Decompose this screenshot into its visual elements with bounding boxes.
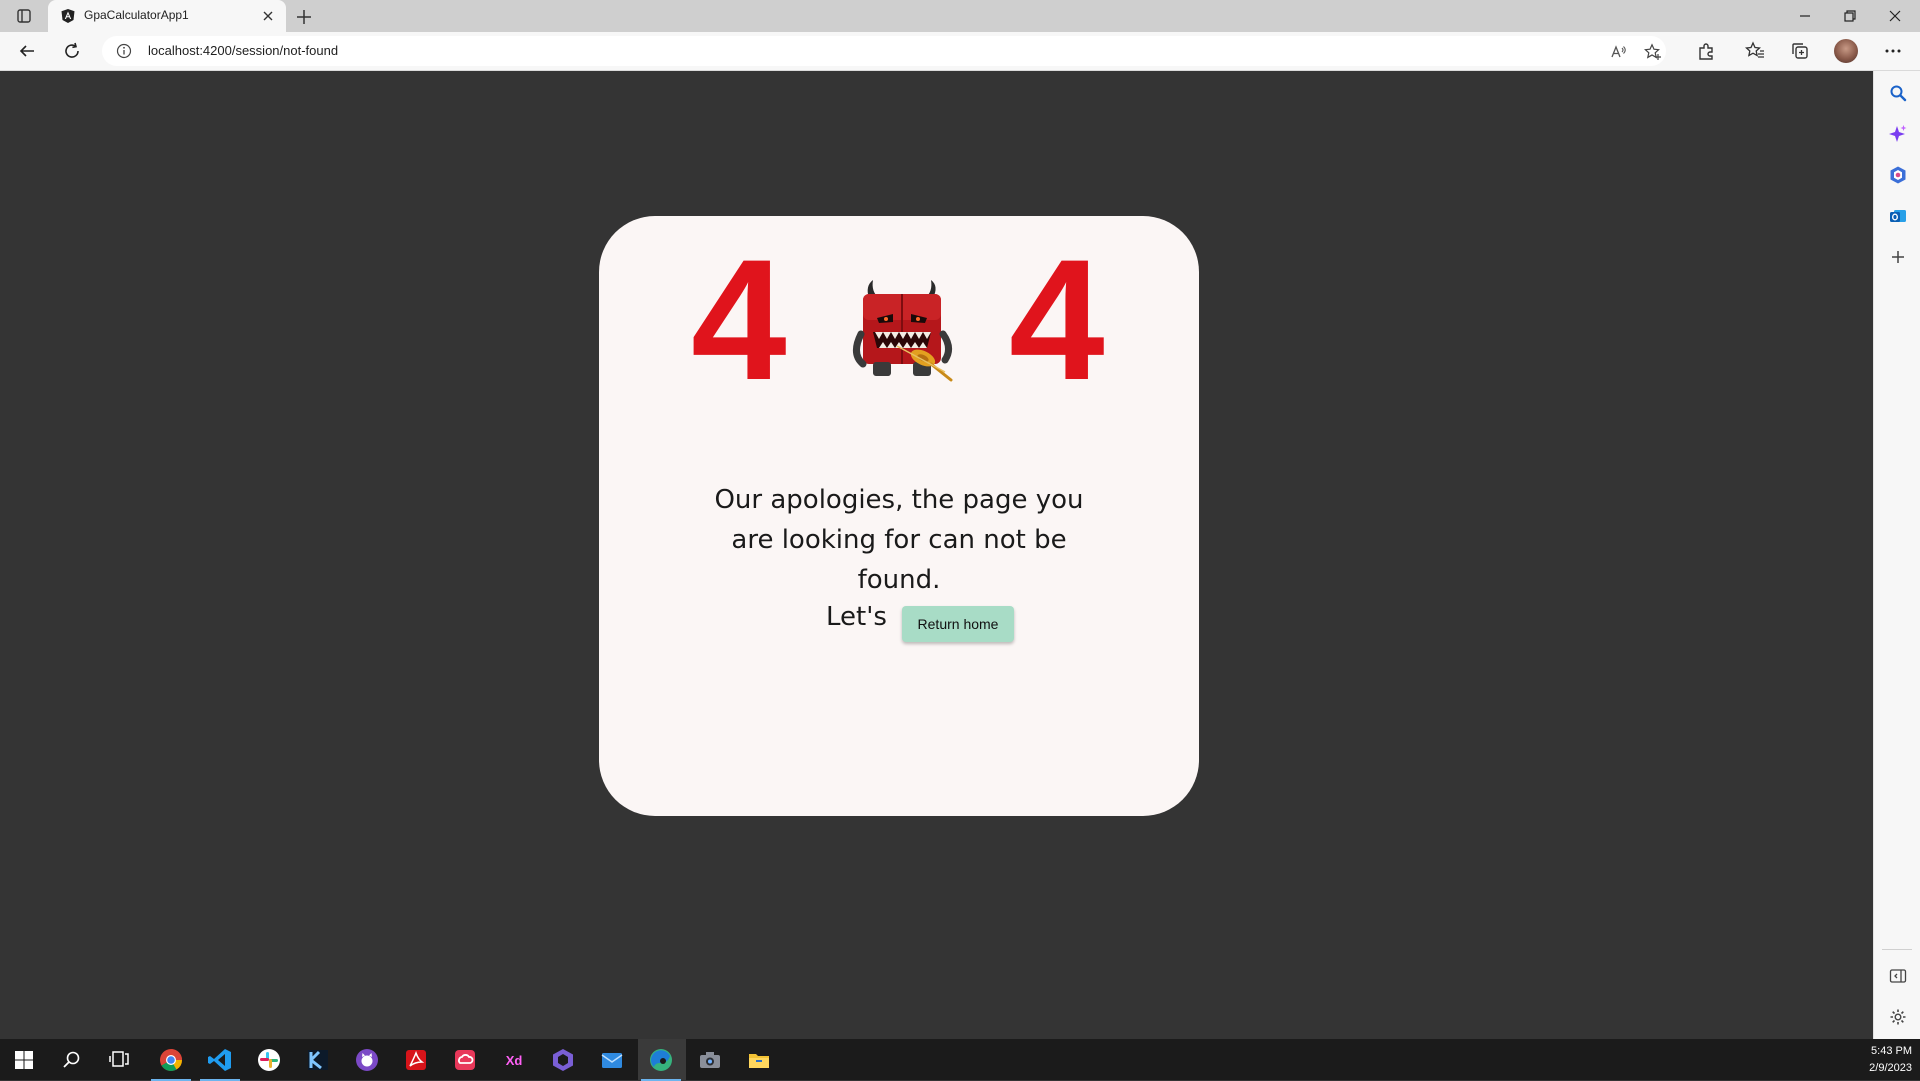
vscode-icon[interactable] [200, 1047, 240, 1081]
apology-message: Our apologies, the page you are looking … [714, 485, 1084, 595]
search-icon[interactable] [59, 1047, 85, 1073]
github-desktop-icon[interactable] [354, 1047, 380, 1073]
acrobat-icon[interactable] [403, 1047, 429, 1073]
error-digit-left: 4 [691, 224, 787, 416]
back-icon[interactable] [16, 40, 38, 62]
clock-time: 5:43 PM [1871, 1045, 1912, 1057]
edge-sidebar [1873, 71, 1920, 1039]
clock-date: 2/9/2023 [1869, 1062, 1912, 1074]
restore-icon[interactable] [1838, 4, 1862, 28]
close-window-icon[interactable] [1883, 4, 1907, 28]
close-tab-icon[interactable] [260, 8, 276, 24]
refresh-icon[interactable] [61, 40, 83, 62]
new-tab-icon[interactable] [293, 6, 315, 28]
svg-text:Xd: Xd [506, 1053, 523, 1068]
browser-tab[interactable]: GpaCalculatorApp1 [48, 0, 286, 32]
adobe-xd-icon[interactable]: Xd [501, 1047, 527, 1073]
office-icon[interactable] [1888, 165, 1908, 185]
angular-icon [60, 8, 76, 24]
camera-icon[interactable] [697, 1047, 723, 1073]
not-found-card: 4 4 Our apologies, the page you are look… [599, 216, 1199, 816]
creative-cloud-icon[interactable] [452, 1047, 478, 1073]
extensions-icon[interactable] [1695, 40, 1717, 62]
search-icon[interactable] [1888, 83, 1908, 103]
kotlin-icon[interactable] [305, 1047, 331, 1073]
browser-toolbar: localhost:4200/session/not-found [0, 32, 1920, 71]
return-home-button[interactable]: Return home [902, 606, 1014, 642]
file-explorer-icon[interactable] [746, 1047, 772, 1073]
devil-monster-illustration [847, 276, 957, 386]
lets-text: Let's [826, 602, 887, 632]
read-aloud-icon[interactable] [1610, 43, 1628, 61]
page-viewport: 4 4 Our apologies, the page you are look… [0, 71, 1873, 1039]
tab-title: GpaCalculatorApp1 [84, 8, 189, 22]
sidebar-separator [1882, 949, 1912, 950]
windows-taskbar: Xd 5:43 PM 2/9/2023 [0, 1039, 1920, 1081]
more-options-icon[interactable] [1882, 40, 1904, 62]
add-favorite-icon[interactable] [1644, 43, 1662, 61]
browser-tab-bar: GpaCalculatorApp1 [0, 0, 1920, 32]
copilot-icon[interactable] [1888, 124, 1908, 144]
settings-icon[interactable] [1888, 1007, 1908, 1027]
system-clock[interactable]: 5:43 PM 2/9/2023 [1869, 1043, 1912, 1077]
outlook-icon[interactable] [1888, 206, 1908, 226]
url-path: :4200/session/not-found [199, 43, 339, 58]
site-info-icon[interactable] [116, 43, 132, 59]
address-bar[interactable]: localhost:4200/session/not-found [102, 36, 1666, 66]
slack-icon[interactable] [256, 1047, 282, 1073]
profile-avatar[interactable] [1834, 39, 1858, 63]
collections-icon[interactable] [1789, 40, 1811, 62]
favorites-icon[interactable] [1744, 40, 1766, 62]
url-text: localhost:4200/session/not-found [148, 43, 338, 58]
windows-start-icon[interactable] [11, 1047, 37, 1073]
mail-icon[interactable] [599, 1047, 625, 1073]
add-icon[interactable] [1888, 247, 1908, 267]
hide-sidebar-icon[interactable] [1888, 966, 1908, 986]
task-view-icon[interactable] [107, 1047, 133, 1073]
edge-icon[interactable] [641, 1047, 681, 1081]
url-host: localhost [148, 43, 200, 58]
chrome-icon[interactable] [151, 1047, 191, 1081]
tab-actions-icon[interactable] [10, 6, 38, 26]
error-digit-right: 4 [1009, 224, 1105, 416]
visual-studio-icon[interactable] [550, 1047, 576, 1073]
minimize-icon[interactable] [1793, 4, 1817, 28]
